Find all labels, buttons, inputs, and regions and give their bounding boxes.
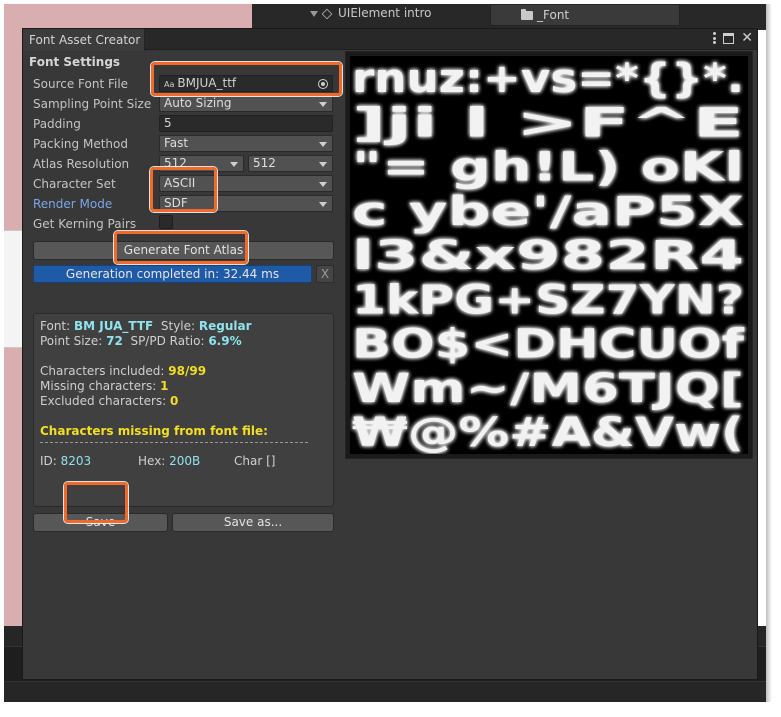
font-info-panel: Font: BM JUA_TTF Style: Regular Point Si… bbox=[33, 313, 334, 507]
clear-progress-button[interactable]: X bbox=[316, 265, 334, 283]
more-options-icon[interactable] bbox=[713, 32, 717, 44]
hierarchy-item[interactable]: UIElement intro bbox=[310, 6, 431, 20]
excluded-characters-value: 0 bbox=[170, 394, 179, 408]
missing-char-hex: Hex: 200B bbox=[138, 454, 201, 468]
padding-label: Padding bbox=[33, 117, 81, 131]
font-asset-icon: Aa bbox=[164, 80, 175, 89]
missing-characters-line: Missing characters: 1 bbox=[40, 379, 169, 393]
chevron-down-icon bbox=[319, 182, 327, 187]
window-tab-title: Font Asset Creator bbox=[29, 33, 141, 47]
atlas-glyph-row: l3&x982R4 bbox=[352, 233, 744, 279]
save-as-button[interactable]: Save as... bbox=[172, 513, 334, 532]
project-folder-label: _Font bbox=[537, 8, 570, 22]
character-set-label: Character Set bbox=[33, 177, 116, 191]
packing-method-dropdown[interactable]: Fast bbox=[159, 135, 333, 152]
character-set-dropdown[interactable]: ASCII bbox=[159, 175, 333, 192]
kerning-pairs-label: Get Kerning Pairs bbox=[33, 217, 137, 231]
atlas-resolution-label: Atlas Resolution bbox=[33, 157, 130, 171]
settings-panel: Font Settings Source Font File Aa BMJUA_t… bbox=[27, 51, 337, 532]
chevron-down-icon bbox=[230, 162, 238, 167]
character-set-value: ASCII bbox=[164, 176, 196, 190]
atlas-glyph-row: "= gh!L) oKl bbox=[352, 145, 744, 191]
atlas-glyph-row: rnuz:+vs=*{}*. bbox=[352, 56, 744, 102]
characters-included-line: Characters included: 98/99 bbox=[40, 364, 207, 378]
font-name: BM JUA_TTF bbox=[73, 319, 154, 333]
atlas-glyph-row: Wm~/M6TJQ[ bbox=[352, 366, 744, 412]
point-size-value: 72 bbox=[106, 334, 123, 348]
window-titlebar: Font Asset Creator ✕ bbox=[23, 29, 757, 51]
packing-method-label: Packing Method bbox=[33, 137, 128, 151]
source-font-field[interactable]: Aa BMJUA_ttf bbox=[159, 75, 333, 92]
object-picker-icon[interactable] bbox=[318, 79, 328, 89]
font-style: Regular bbox=[198, 319, 252, 333]
divider bbox=[40, 442, 308, 443]
point-size-line: Point Size: 72 SP/PD Ratio: 6.9% bbox=[40, 334, 242, 348]
missing-characters-header: Characters missing from font file: bbox=[40, 424, 268, 438]
sampling-size-dropdown[interactable]: Auto Sizing bbox=[159, 95, 333, 112]
atlas-glyphs: rnuz:+vs=*{}*.]ji l >F^E"= gh!L) oKlc yb… bbox=[352, 56, 745, 454]
chevron-down-icon bbox=[319, 102, 327, 107]
characters-included-value: 98/99 bbox=[168, 364, 207, 378]
missing-char-id: ID: 8203 bbox=[40, 454, 92, 468]
project-folder-item[interactable]: _Font bbox=[490, 4, 680, 26]
padding-input[interactable]: 5 bbox=[159, 115, 333, 132]
atlas-glyph-row: 1kPG+SZ7YN? bbox=[352, 277, 744, 323]
ratio-value: 6.9% bbox=[208, 334, 242, 348]
packing-method-value: Fast bbox=[164, 136, 189, 150]
font-atlas-texture: rnuz:+vs=*{}*.]ji l >F^E "= gh!L) oKl c yb… bbox=[350, 56, 748, 454]
render-mode-value: SDF bbox=[164, 196, 188, 210]
font-settings-header: Font Settings bbox=[29, 55, 121, 69]
atlas-glyph-row: ]ji l >F^E bbox=[352, 100, 744, 146]
generation-progress-bar: Generation completed in: 32.44 ms bbox=[33, 265, 312, 283]
hierarchy-item-label: UIElement intro bbox=[338, 6, 432, 20]
excluded-characters-line: Excluded characters: 0 bbox=[40, 394, 179, 408]
maximize-icon[interactable] bbox=[723, 32, 735, 44]
generate-font-atlas-button[interactable]: Generate Font Atlas bbox=[33, 241, 334, 260]
kerning-pairs-checkbox[interactable] bbox=[159, 215, 173, 229]
chevron-down-icon bbox=[319, 202, 327, 207]
chevron-down-icon bbox=[319, 142, 327, 147]
atlas-glyph-row: ₩@%#A&Vw( bbox=[352, 410, 744, 454]
save-button[interactable]: Save bbox=[33, 513, 168, 532]
font-asset-creator-window: Font Asset Creator ✕ Font Settings Sourc… bbox=[22, 28, 758, 680]
missing-characters-value: 1 bbox=[160, 379, 169, 393]
source-font-label: Source Font File bbox=[33, 77, 129, 91]
sampling-size-label: Sampling Point Size bbox=[33, 97, 152, 111]
window-tab[interactable]: Font Asset Creator bbox=[23, 29, 145, 51]
missing-char-glyph: Char [] bbox=[234, 454, 276, 468]
atlas-height-value: 512 bbox=[253, 156, 276, 170]
atlas-preview: rnuz:+vs=*{}*.]ji l >F^E "= gh!L) oKl c yb… bbox=[345, 51, 753, 459]
source-font-value: BMJUA_ttf bbox=[177, 76, 237, 90]
atlas-width-dropdown[interactable]: 512 bbox=[159, 155, 244, 172]
atlas-height-dropdown[interactable]: 512 bbox=[248, 155, 333, 172]
expand-arrow-icon[interactable] bbox=[310, 10, 318, 17]
font-info-line: Font: BM JUA_TTF Style: Regular bbox=[40, 319, 252, 333]
chevron-down-icon bbox=[319, 162, 327, 167]
atlas-width-value: 512 bbox=[164, 156, 187, 170]
render-mode-label: Render Mode bbox=[33, 197, 113, 211]
atlas-glyph-row: c ybe'/aP5X bbox=[352, 189, 744, 235]
gameobject-icon bbox=[321, 8, 333, 19]
sampling-size-value: Auto Sizing bbox=[164, 96, 232, 110]
render-mode-dropdown[interactable]: SDF bbox=[159, 195, 333, 212]
folder-icon bbox=[521, 9, 533, 20]
close-icon[interactable]: ✕ bbox=[741, 31, 753, 45]
atlas-glyph-row: BO$<DHCUOf bbox=[352, 322, 745, 368]
